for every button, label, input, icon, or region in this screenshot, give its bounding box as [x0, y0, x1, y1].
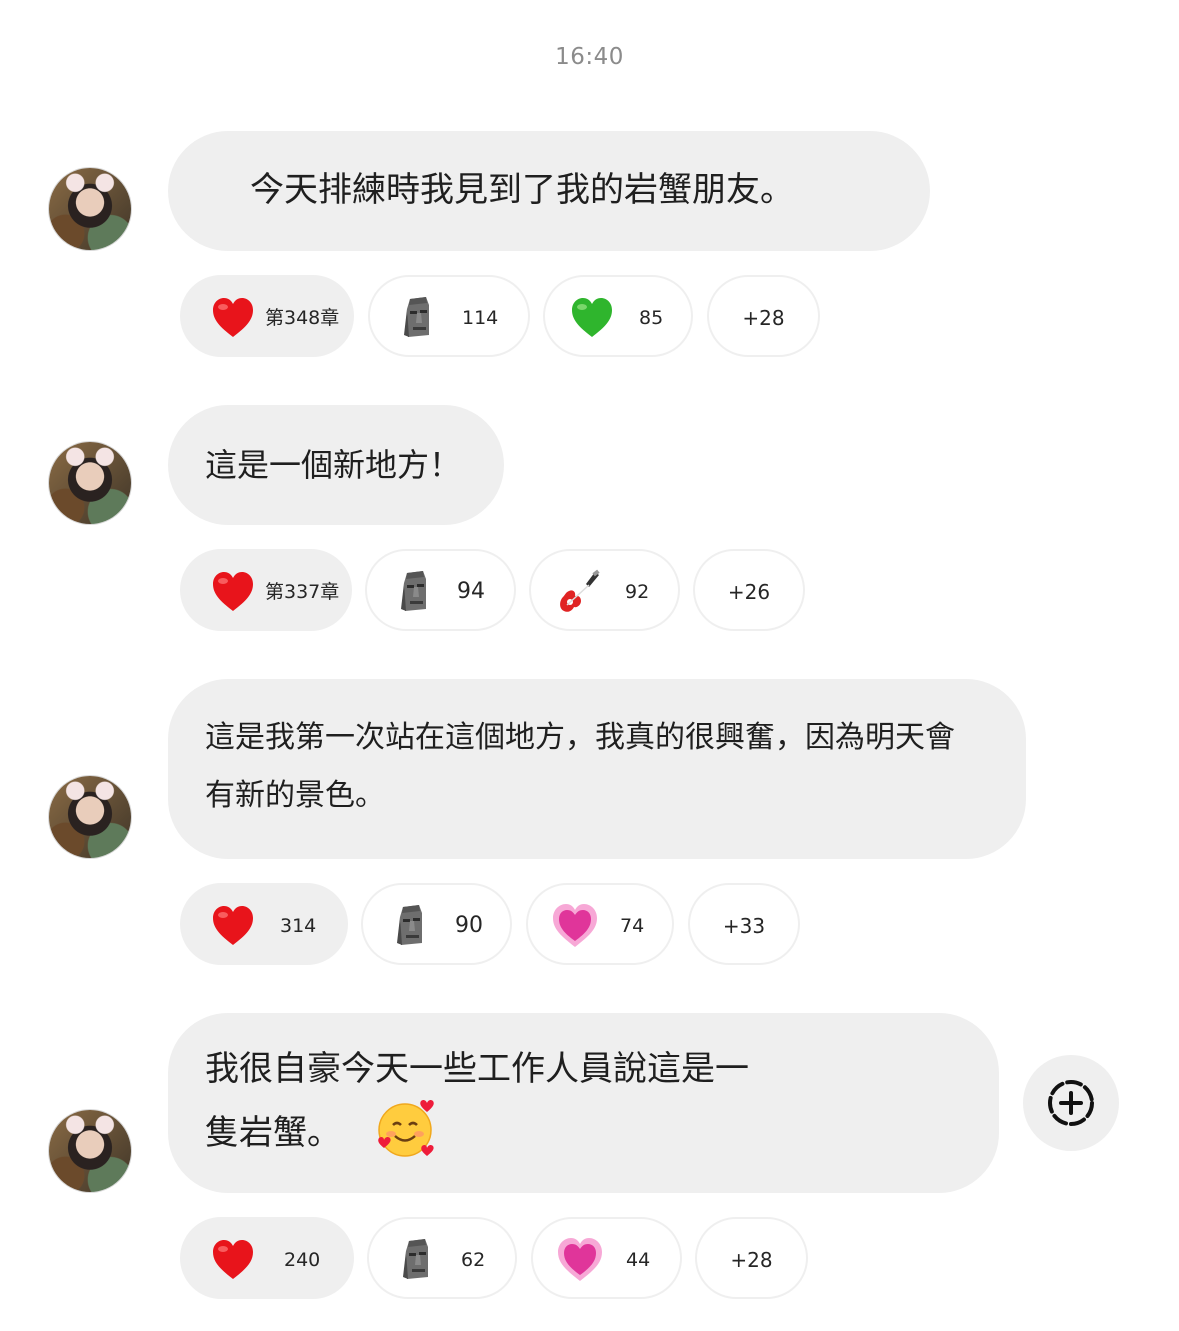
reaction-chip-moai[interactable]: 90: [361, 883, 512, 965]
more-reactions-count: +33: [722, 914, 766, 938]
avatar[interactable]: [49, 442, 131, 524]
reaction-chip-pink-heart[interactable]: 74: [526, 883, 674, 965]
red-heart-icon: [210, 903, 256, 949]
reaction-count: 74: [620, 915, 645, 937]
moai-icon: [395, 1237, 441, 1283]
reaction-chip-moai[interactable]: 94: [365, 549, 516, 631]
reaction-chip-guitar[interactable]: 92: [529, 549, 680, 631]
message-text-line-1: 我很自豪今天一些工作人員說這是一: [205, 1049, 749, 1089]
reaction-count: 90: [455, 913, 483, 938]
red-heart-icon: [210, 1237, 256, 1283]
growing-pink-heart-icon: [552, 903, 598, 949]
reaction-count: 第337章: [265, 581, 340, 603]
message-text-line-2: 有新的景色。: [205, 778, 385, 813]
reaction-chip-heart[interactable]: 第337章: [180, 549, 352, 631]
reaction-chip-pink-heart[interactable]: 44: [531, 1217, 682, 1299]
reaction-count: 314: [280, 915, 317, 937]
reaction-chip-moai[interactable]: 114: [368, 275, 530, 357]
growing-pink-heart-icon: [557, 1237, 603, 1283]
reaction-count: 62: [461, 1249, 486, 1271]
avatar[interactable]: [49, 1110, 131, 1192]
reaction-chip-heart[interactable]: 314: [180, 883, 348, 965]
reaction-count: 92: [625, 581, 650, 603]
reaction-count: 85: [639, 307, 664, 329]
more-reactions-button[interactable]: +26: [693, 549, 805, 631]
more-reactions-count: +28: [730, 1248, 773, 1272]
message-timestamp: 16:40: [555, 44, 624, 70]
add-reaction-button[interactable]: [1023, 1055, 1119, 1151]
avatar[interactable]: [49, 168, 131, 250]
more-reactions-count: +28: [742, 306, 785, 330]
red-heart-icon: [210, 295, 256, 341]
green-heart-icon: [569, 295, 615, 341]
reaction-count: 44: [626, 1249, 651, 1271]
more-reactions-button[interactable]: +28: [707, 275, 820, 357]
message-text: 今天排練時我見到了我的岩蟹朋友。: [250, 170, 794, 210]
message-text: 這是一個新地方！: [205, 446, 462, 484]
message-bubble[interactable]: 我很自豪今天一些工作人員說這是一 隻岩蟹。: [168, 1013, 999, 1193]
reaction-count: 94: [457, 579, 485, 604]
moai-icon: [396, 295, 442, 341]
more-reactions-count: +26: [727, 580, 771, 604]
smiling-face-with-hearts-icon: [375, 1098, 437, 1160]
more-reactions-button[interactable]: +28: [695, 1217, 808, 1299]
moai-icon: [393, 569, 439, 615]
guitar-icon: [555, 569, 601, 615]
reaction-count: 114: [462, 307, 499, 329]
add-reaction-icon: [1048, 1080, 1094, 1126]
message-bubble[interactable]: 這是一個新地方！: [168, 405, 504, 525]
message-text-line-2: 隻岩蟹。: [205, 1112, 341, 1153]
reaction-chip-heart[interactable]: 第348章: [180, 275, 354, 357]
message-text-line-2-row: 隻岩蟹。: [205, 1099, 999, 1159]
reaction-chip-green-heart[interactable]: 85: [543, 275, 693, 357]
reaction-chip-moai[interactable]: 62: [367, 1217, 517, 1299]
message-bubble[interactable]: 這是我第一次站在這個地方，我真的很興奮，因為明天會 有新的景色。: [168, 679, 1026, 859]
more-reactions-button[interactable]: +33: [688, 883, 800, 965]
moai-icon: [389, 903, 435, 949]
reaction-count: 第348章: [265, 307, 340, 329]
avatar[interactable]: [49, 776, 131, 858]
red-heart-icon: [210, 569, 256, 615]
reaction-chip-heart[interactable]: 240: [180, 1217, 354, 1299]
message-text-line-1: 這是我第一次站在這個地方，我真的很興奮，因為明天會: [205, 720, 955, 755]
reaction-count: 240: [284, 1249, 321, 1271]
message-bubble[interactable]: 今天排練時我見到了我的岩蟹朋友。: [168, 131, 930, 251]
